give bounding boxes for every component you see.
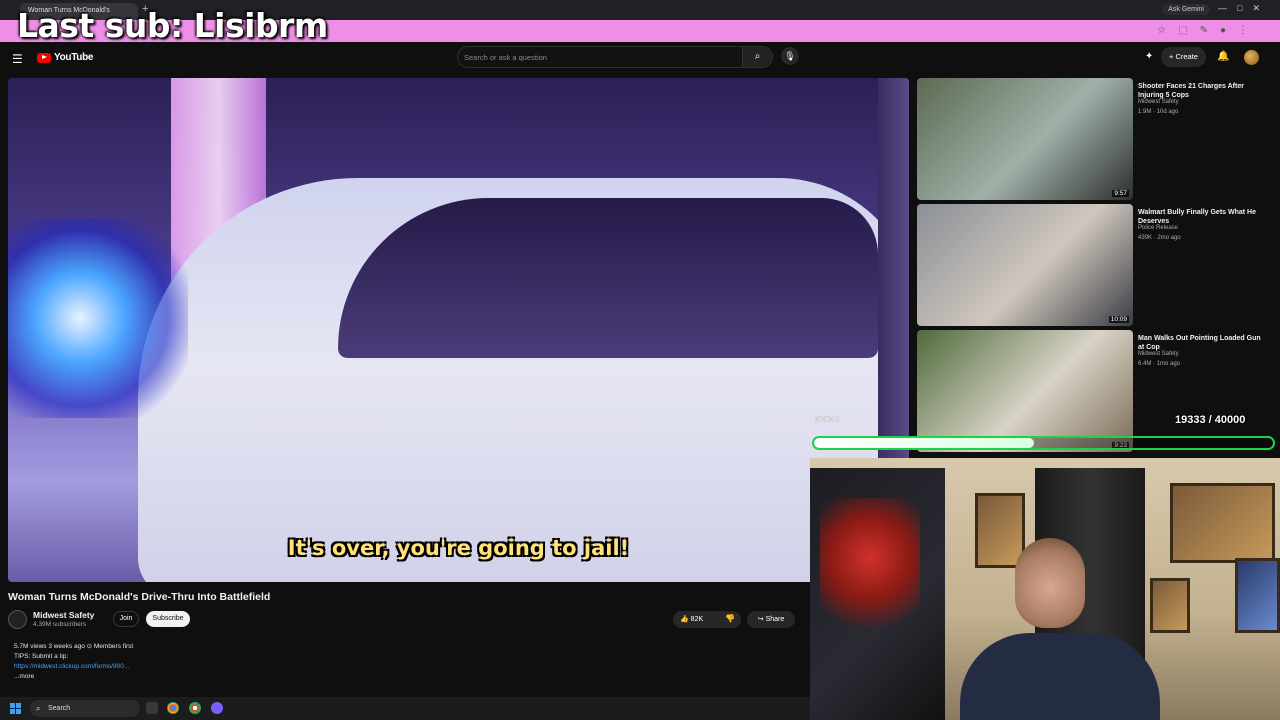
recommended-title[interactable]: Shooter Faces 21 Charges After Injuring … (1138, 82, 1263, 100)
video-title: Woman Turns McDonald's Drive-Thru Into B… (8, 591, 271, 603)
notifications-icon[interactable]: 🔔 (1217, 51, 1229, 62)
goal-progress-fill (814, 438, 1035, 448)
recommended-channel[interactable]: Midwest Safety (1138, 351, 1179, 357)
scene-police-light (8, 218, 188, 418)
share-button[interactable]: ↪ Share (747, 611, 795, 628)
like-button[interactable]: 👍 82K (680, 615, 703, 623)
streamer (960, 533, 1160, 720)
youtube-logo-text: YouTube (54, 52, 94, 63)
recommended-meta: 1.9M · 10d ago (1138, 109, 1179, 115)
recommended-meta: 6.4M · 1mo ago (1138, 361, 1181, 367)
description-link[interactable]: https://midwest.clickup.com/forms/900... (14, 662, 797, 672)
video-thumbnail[interactable]: 9:23 (917, 330, 1133, 452)
window-controls[interactable]: —□✕ (1218, 3, 1270, 14)
webcam-poster (1235, 558, 1280, 633)
channel-name[interactable]: Midwest Safety (33, 610, 94, 620)
recommended-video[interactable]: 9:57 Shooter Faces 21 Charges After Injur… (917, 78, 1267, 200)
recommended-meta: 439K · 2mo ago (1138, 235, 1181, 241)
recommended-channel[interactable]: Midwest Safety (1138, 99, 1179, 105)
recommended-channel[interactable]: Police Release (1138, 225, 1178, 231)
gemini-icon[interactable]: ✦ (1145, 51, 1153, 62)
video-duration: 9:57 (1112, 190, 1129, 197)
subscriber-count: 4.39M subscribers (33, 621, 87, 628)
taskbar-search[interactable]: ⌕ Search (30, 700, 140, 717)
youtube-header: ☰ YouTube ⌕ 🎙 ✦ + Create 🔔 (0, 42, 1280, 74)
goal-progress-bar (812, 436, 1275, 450)
ask-gemini-button[interactable]: Ask Gemini (1162, 4, 1210, 15)
like-count: 82K (690, 616, 704, 623)
recommended-title[interactable]: Man Walks Out Pointing Loaded Gun at Cop (1138, 334, 1263, 352)
recommended-title[interactable]: Walmart Bully Finally Gets What He Deser… (1138, 208, 1263, 226)
video-frame (8, 78, 909, 582)
search-icon[interactable]: ⌕ (742, 47, 772, 67)
more-link[interactable]: ...more (14, 672, 797, 682)
windows-taskbar: ⌕ Search (0, 697, 810, 720)
goal-label: KICKS (815, 415, 840, 424)
menu-icon[interactable]: ☰ (12, 52, 23, 66)
taskbar-search-label: Search (48, 705, 71, 712)
account-avatar[interactable] (1244, 50, 1259, 65)
scene-car-window (338, 198, 878, 358)
video-duration: 10:09 (1108, 316, 1129, 323)
chrome-profile-icon[interactable] (189, 702, 201, 714)
webcam-feed (810, 458, 1280, 720)
goal-count: 19333 / 40000 (1175, 414, 1246, 426)
youtube-logo[interactable]: YouTube (37, 52, 94, 63)
search-input[interactable] (464, 51, 734, 64)
streamer-face (1015, 538, 1085, 628)
create-label: Create (1175, 52, 1198, 61)
last-sub-overlay: Last sub: Lisibrm (17, 6, 328, 45)
windows-start-icon[interactable] (10, 703, 21, 714)
webcam-banner (810, 468, 945, 720)
channel-avatar[interactable] (8, 610, 27, 629)
webcam-poster (1170, 483, 1275, 563)
share-label: Share (765, 616, 785, 623)
tips-text: TIPS: Submit a tip: (14, 653, 69, 660)
screen: Woman Turns McDonald's + Ask Gemini —□✕ … (0, 0, 1280, 720)
description-box[interactable]: 5.7M views 3 weeks ago ⊙ Members first T… (8, 638, 803, 686)
create-button[interactable]: + Create (1161, 47, 1206, 67)
microphone-icon[interactable]: 🎙 (781, 47, 799, 65)
recommended-video[interactable]: 9:23 Man Walks Out Pointing Loaded Gun at… (917, 330, 1267, 452)
task-view-icon[interactable] (146, 702, 158, 714)
video-caption: It's over, you're going to jail! (287, 536, 630, 560)
video-stats: 5.7M views 3 weeks ago ⊙ Members first (14, 643, 134, 650)
app-icon[interactable] (211, 702, 223, 714)
chrome-icon[interactable] (167, 702, 179, 714)
like-dislike-group: 👍 82K 👎 (673, 611, 741, 628)
video-thumbnail[interactable]: 9:57 (917, 78, 1133, 200)
browser-toolbar-icons[interactable]: ☆⬚✎●⋮ (1157, 25, 1260, 36)
subscribe-button[interactable]: Subscribe (146, 611, 190, 627)
search-box: ⌕ (457, 46, 773, 68)
search-icon: ⌕ (36, 704, 41, 713)
youtube-play-icon (37, 52, 51, 63)
recommended-video[interactable]: 10:09 Walmart Bully Finally Gets What He … (917, 204, 1267, 326)
join-button[interactable]: Join (113, 611, 139, 627)
video-thumbnail[interactable]: 10:09 (917, 204, 1133, 326)
banner-art (820, 498, 920, 648)
streamer-body (960, 633, 1160, 720)
video-player[interactable]: It's over, you're going to jail! (8, 78, 909, 582)
dislike-icon[interactable]: 👎 (725, 614, 735, 623)
